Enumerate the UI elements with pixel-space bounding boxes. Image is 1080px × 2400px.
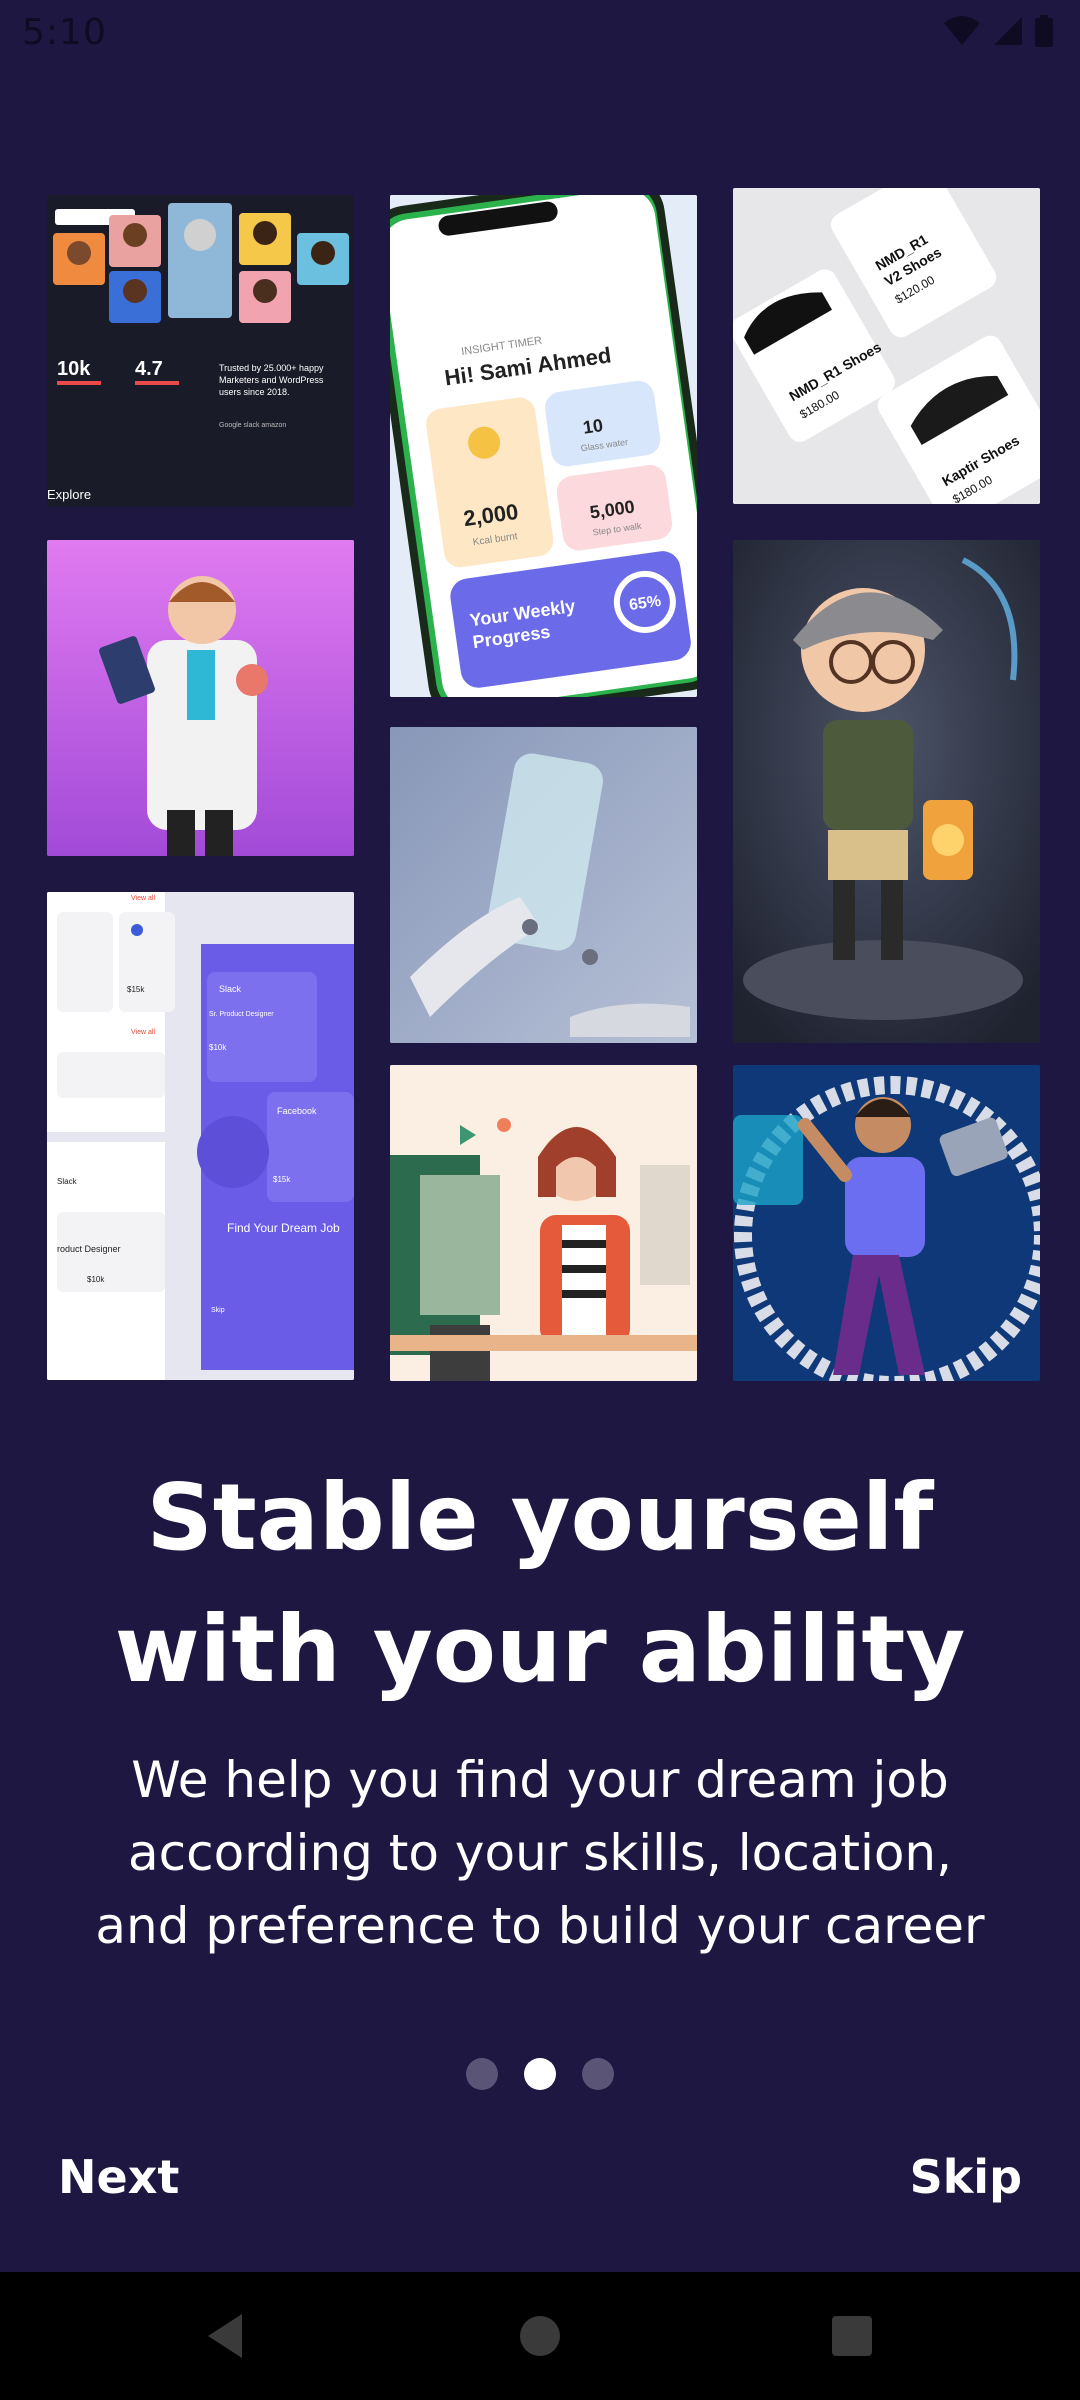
svg-text:4.7: 4.7 — [135, 358, 163, 380]
skip-button[interactable]: Skip — [910, 2150, 1022, 2204]
page-dot-3[interactable] — [582, 2058, 614, 2090]
svg-text:Google slack amazon: Google slack amazon — [219, 422, 286, 429]
svg-text:Trusted by 25.000+ happy: Trusted by 25.000+ happy — [219, 363, 324, 373]
svg-text:View all: View all — [131, 1029, 155, 1036]
showcase-woman-computer-image — [390, 1065, 697, 1381]
svg-text:users since 2018.: users since 2018. — [219, 387, 290, 397]
svg-text:$15k: $15k — [273, 1175, 291, 1184]
svg-text:Explore: Explore — [47, 487, 91, 502]
showcase-fitness-app-image: INSIGHT TIMER Hi! Sami Ahmed 2,000 Kcal … — [390, 195, 697, 697]
headline-line-1: Stable yourself — [146, 1464, 934, 1571]
svg-text:$15k: $15k — [127, 985, 145, 994]
svg-text:$10k: $10k — [87, 1275, 105, 1284]
svg-text:roduct Designer: roduct Designer — [57, 1244, 121, 1254]
showcase-shoes-image: NMD_R1 Shoes $180.00 NMD_R1 V2 Shoes $12… — [733, 188, 1040, 504]
system-navigation-bar — [0, 2272, 1080, 2400]
svg-text:View all: View all — [131, 895, 155, 902]
showcase-robot-hand-image — [390, 727, 697, 1043]
showcase-doctor-image — [47, 540, 354, 856]
svg-text:Sr. Product Designer: Sr. Product Designer — [209, 1011, 274, 1018]
status-bar: 5:10 — [0, 0, 1080, 64]
svg-text:Facebook: Facebook — [277, 1106, 317, 1116]
wifi-icon — [944, 16, 980, 45]
next-button[interactable]: Next — [58, 2150, 179, 2204]
page-dot-2[interactable] — [524, 2058, 556, 2090]
onboarding-description: We help you find your dream job accordin… — [95, 1751, 985, 1955]
home-icon[interactable] — [512, 2308, 568, 2364]
battery-icon — [1035, 15, 1053, 47]
svg-text:Slack: Slack — [57, 1177, 78, 1186]
showcase-man-laptop-image — [733, 1065, 1040, 1381]
svg-text:10k: 10k — [57, 358, 91, 380]
svg-text:Slack: Slack — [219, 984, 242, 994]
status-icons — [942, 14, 1054, 48]
svg-text:10: 10 — [582, 415, 605, 438]
signal-icon — [994, 17, 1022, 45]
back-icon[interactable] — [198, 2308, 254, 2364]
svg-text:Marketers and WordPress: Marketers and WordPress — [219, 375, 324, 385]
svg-text:Find Your Dream Job: Find Your Dream Job — [227, 1221, 340, 1235]
page-indicator — [0, 2058, 1080, 2090]
headline-line-2: with your ability — [114, 1596, 966, 1703]
recents-icon[interactable] — [824, 2308, 880, 2364]
showcase-boy-lantern-image — [733, 540, 1040, 1043]
svg-text:$10k: $10k — [209, 1043, 227, 1052]
page-dot-1[interactable] — [466, 2058, 498, 2090]
onboarding-headline: Stable yourself with your ability — [60, 1452, 1020, 1716]
svg-text:Skip: Skip — [211, 1307, 225, 1314]
showcase-job-app-image: View all $15k View all Slack roduct Desi… — [47, 892, 354, 1380]
status-time: 5:10 — [22, 12, 107, 53]
showcase-speakers-image: 10k 4.7 Trusted by 25.000+ happy Markete… — [47, 195, 354, 507]
